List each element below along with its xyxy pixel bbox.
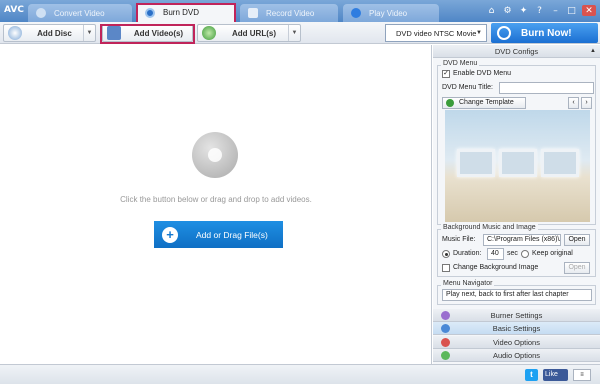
change-template-button[interactable]: Change Template [442,97,526,109]
add-video-icon [107,26,121,40]
tab-label: Burn DVD [163,8,200,17]
disc-icon [145,7,155,18]
status-menu-icon[interactable]: ≡ [573,369,591,381]
refresh-burn-icon [497,26,511,40]
plus-icon: + [162,226,178,243]
next-template-button[interactable]: › [581,97,592,109]
duration-label: Duration: [453,250,482,257]
play-icon [351,8,361,18]
convert-video-icon [36,8,46,18]
tab-label: Play Video [369,8,408,18]
audio-options-header[interactable]: Audio Options [433,349,600,362]
basic-settings-header[interactable]: Basic Settings [433,322,600,335]
home-icon[interactable]: ⌂ [486,5,497,16]
dvd-configs-title: DVD Configs [494,47,539,56]
tab-label: Convert Video [54,8,105,18]
menu-navigator-select[interactable]: Play next, back to first after last chap… [442,289,592,301]
chevron-down-icon[interactable]: ▼ [288,25,300,41]
duration-input[interactable]: 40 [487,248,504,260]
duration-radio[interactable] [442,250,450,258]
dvd-logo-icon [192,132,238,178]
basic-settings-icon [441,324,450,333]
change-bg-image-checkbox[interactable] [442,264,450,272]
window-controls: ⌂ ⚙ ✦ ? – □ ✕ [486,5,596,16]
dvd-configs-header[interactable]: DVD Configs ▲ [433,45,600,58]
audio-options-icon [441,351,450,360]
burner-settings-title: Burner Settings [490,311,543,320]
keep-original-label: Keep original [532,250,573,257]
template-thumbnail [457,149,495,177]
basic-settings-title: Basic Settings [492,324,541,333]
chevron-down-icon[interactable]: ▼ [83,25,95,41]
close-icon[interactable]: ✕ [582,5,596,16]
background-group-label: Background Music and Image [441,224,538,231]
video-options-icon [441,338,450,347]
help-icon[interactable]: ? [534,5,545,16]
facebook-like-button[interactable]: Like [543,369,568,381]
status-bar: t Like ≡ [0,364,600,384]
burn-now-label: Burn Now! [521,27,572,39]
audio-options-title: Audio Options [492,351,541,360]
video-options-header[interactable]: Video Options [433,336,600,349]
add-urls-button[interactable]: Add URL(s) ▼ [197,24,301,42]
tab-convert-video[interactable]: Convert Video [28,4,132,22]
menu-title-label: DVD Menu Title: [442,84,493,91]
add-videos-label: Add Video(s) [133,28,184,38]
add-url-icon [202,26,216,40]
template-thumbnail [541,149,579,177]
template-thumbnail [499,149,537,177]
add-disc-label: Add Disc [37,28,72,38]
app-logo: AVC [4,5,24,15]
title-bar: AVC Convert Video Burn DVD Record Video … [0,0,600,23]
minimize-icon[interactable]: – [550,5,561,16]
menu-title-input[interactable] [499,82,594,94]
template-icon [446,99,454,107]
music-file-input[interactable]: C:\Program Files (x86)\A [483,234,561,246]
output-format-select[interactable]: DVD video NTSC Movie ▼ [385,24,487,42]
tab-play-video[interactable]: Play Video [343,4,439,22]
bg-image-open-button[interactable]: Open [564,262,590,274]
add-videos-button[interactable]: Add Video(s) [102,24,193,42]
change-template-label: Change Template [459,99,514,106]
dvd-menu-group-label: DVD Menu [441,60,480,67]
add-disc-button[interactable]: Add Disc ▼ [3,24,96,42]
enable-dvd-menu-checkbox[interactable]: ✓ [442,70,450,78]
record-icon [248,8,258,18]
add-or-drag-label: Add or Drag File(s) [196,229,268,240]
maximize-icon[interactable]: □ [566,5,577,16]
video-drop-area[interactable]: Click the button below or drag and drop … [0,45,432,364]
drop-hint: Click the button below or drag and drop … [120,195,312,204]
burner-settings-header[interactable]: Burner Settings [433,309,600,322]
tab-burn-dvd[interactable]: Burn DVD [137,3,235,22]
burn-now-button[interactable]: Burn Now! [491,23,598,43]
enable-dvd-menu-label: Enable DVD Menu [453,70,511,77]
tab-label: Record Video [266,8,315,18]
settings-icon[interactable]: ⚙ [502,5,513,16]
tab-record-video[interactable]: Record Video [240,4,338,22]
facebook-like-label: Like [545,371,558,378]
music-file-label: Music File: [442,236,476,243]
menu-template-preview [445,110,590,222]
burner-icon [441,311,450,320]
sec-label: sec [507,250,518,257]
keep-original-radio[interactable] [521,250,529,258]
prev-template-button[interactable]: ‹ [568,97,579,109]
skin-icon[interactable]: ✦ [518,5,529,16]
chevron-down-icon: ▼ [476,30,482,36]
toolbar: Add Disc ▼ Add Video(s) Add URL(s) ▼ DVD… [0,22,600,44]
collapse-icon[interactable]: ▲ [590,45,596,58]
add-or-drag-files-button[interactable]: + Add or Drag File(s) [154,221,283,248]
change-bg-image-label: Change Background Image [453,264,539,271]
add-urls-label: Add URL(s) [232,28,276,38]
twitter-icon[interactable]: t [525,369,538,381]
menu-navigator-value: Play next, back to first after last chap… [446,291,569,298]
output-format-value: DVD video NTSC Movie [396,28,477,38]
music-open-button[interactable]: Open [564,234,590,246]
video-options-title: Video Options [493,338,540,347]
add-disc-icon [8,26,22,40]
menu-navigator-label: Menu Navigator [441,280,495,287]
